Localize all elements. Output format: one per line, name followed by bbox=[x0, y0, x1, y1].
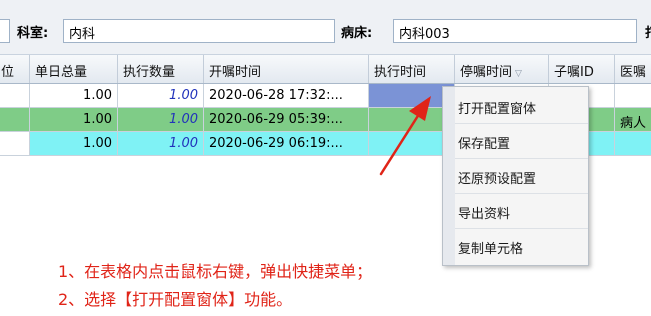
context-menu-gutter bbox=[443, 87, 455, 265]
bed-label: 病床: bbox=[341, 26, 373, 41]
cell-exec-qty[interactable]: 1.00 bbox=[118, 132, 204, 156]
annotation-step-2: 2、选择【打开配置窗体】功能。 bbox=[58, 290, 293, 309]
cell-exec-qty[interactable]: 1.00 bbox=[118, 84, 204, 108]
cell-exec-qty[interactable]: 1.00 bbox=[118, 108, 204, 132]
column-header-daily-total[interactable]: 单日总量 bbox=[30, 55, 118, 83]
partial-label: 打 bbox=[645, 22, 651, 41]
cell-doctor[interactable] bbox=[615, 84, 651, 108]
column-header-exec-qty[interactable]: 执行数量 bbox=[118, 55, 204, 83]
annotation-step-1: 1、在表格内点击鼠标右键，弹出快捷菜单； bbox=[58, 262, 373, 281]
cell-daily-total[interactable]: 1.00 bbox=[30, 84, 118, 108]
column-header-doctor[interactable]: 医嘱 bbox=[615, 55, 651, 83]
column-header-stop-time[interactable]: 停嘱时间 ▽ bbox=[455, 55, 549, 83]
dept-field[interactable]: 内科 bbox=[63, 19, 335, 43]
menu-item-copy-cell[interactable]: 复制单元格 bbox=[455, 229, 588, 264]
bed-field[interactable]: 内科003 bbox=[393, 19, 637, 43]
menu-item-save-config[interactable]: 保存配置 bbox=[455, 124, 588, 159]
column-header-child-id[interactable]: 子嘱ID bbox=[549, 55, 615, 83]
filter-icon[interactable]: ▽ bbox=[515, 69, 522, 79]
cell-start-time[interactable]: 2020-06-28 17:32:... bbox=[204, 84, 369, 108]
left-partial-field[interactable] bbox=[0, 19, 10, 43]
cell-start-time[interactable]: 2020-06-29 06:19:... bbox=[204, 132, 369, 156]
cell-start-time[interactable]: 2020-06-29 05:39:... bbox=[204, 108, 369, 132]
filter-bar: 科室: 内科 病床: 内科003 打 bbox=[0, 0, 651, 55]
menu-item-open-config-window[interactable]: 打开配置窗体 bbox=[455, 89, 588, 124]
menu-item-export-data[interactable]: 导出资料 bbox=[455, 194, 588, 229]
cell-daily-total[interactable]: 1.00 bbox=[30, 132, 118, 156]
column-header-start-time[interactable]: 开嘱时间 bbox=[204, 55, 369, 83]
cell-doctor[interactable] bbox=[615, 132, 651, 156]
cell-daily-total[interactable]: 1.00 bbox=[30, 108, 118, 132]
cell-position[interactable] bbox=[0, 84, 30, 108]
menu-item-restore-default-config[interactable]: 还原预设配置 bbox=[455, 159, 588, 194]
cell-doctor[interactable]: 病人 bbox=[615, 108, 651, 132]
cell-position[interactable] bbox=[0, 108, 30, 132]
column-header-exec-time[interactable]: 执行时间 bbox=[369, 55, 455, 83]
cell-position[interactable] bbox=[0, 132, 30, 156]
dept-label: 科室: bbox=[17, 26, 49, 41]
column-header-stop-time-label: 停嘱时间 bbox=[460, 65, 513, 80]
column-header-position[interactable]: 位 bbox=[0, 55, 30, 83]
context-menu: 打开配置窗体 保存配置 还原预设配置 导出资料 复制单元格 bbox=[442, 86, 589, 266]
grid-header: 位 单日总量 执行数量 开嘱时间 执行时间 停嘱时间 ▽ 子嘱ID 医嘱 bbox=[0, 55, 651, 84]
